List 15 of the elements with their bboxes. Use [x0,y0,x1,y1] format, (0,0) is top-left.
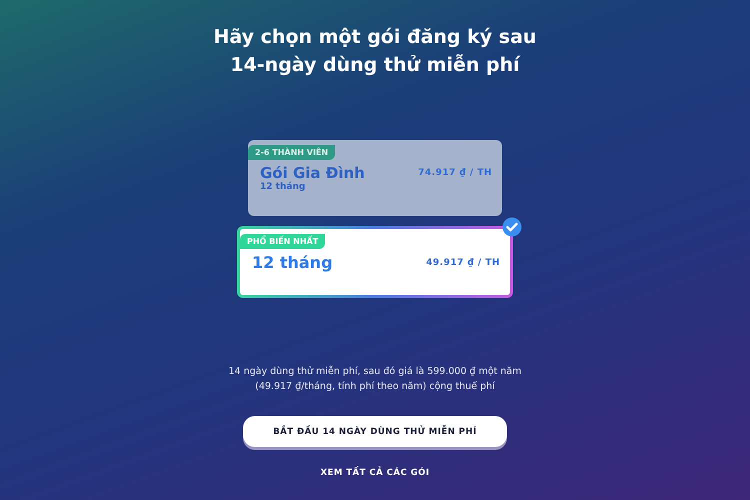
start-trial-button[interactable]: BẮT ĐẦU 14 NGÀY DÙNG THỬ MIỄN PHÍ [243,416,507,447]
plan-price: 74.917 ₫ / TH [418,168,492,178]
pricing-note: 14 ngày dùng thử miễn phí, sau đó giá là 599.000 ₫ một năm [228,364,522,379]
plan-name: Gói Gia Đình [260,164,365,182]
heading-line: 14-ngày dùng thử miễn phí [230,53,520,78]
pricing-note: (49.917 ₫/tháng, tính phí theo năm) cộng thuế phí [255,380,495,394]
plan-badge: 2-6 THÀNH VIÊN [248,145,336,160]
plan-card[interactable]: PHỔ BIẾN NHẤT 12 tháng 49.917 ₫ / TH [237,226,513,298]
heading-line: Hãy chọn một gói đăng ký sau [214,25,536,50]
plan-price: 49.917 ₫ / TH [426,258,500,268]
plan-term: 12 tháng [259,182,306,192]
plan-name: 12 tháng [252,253,333,272]
plan-badge: PHỔ BIẾN NHẤT [240,234,326,249]
view-all-plans-link[interactable]: XEM TẤT CẢ CÁC GÓI [314,467,436,479]
check-icon [502,217,522,237]
